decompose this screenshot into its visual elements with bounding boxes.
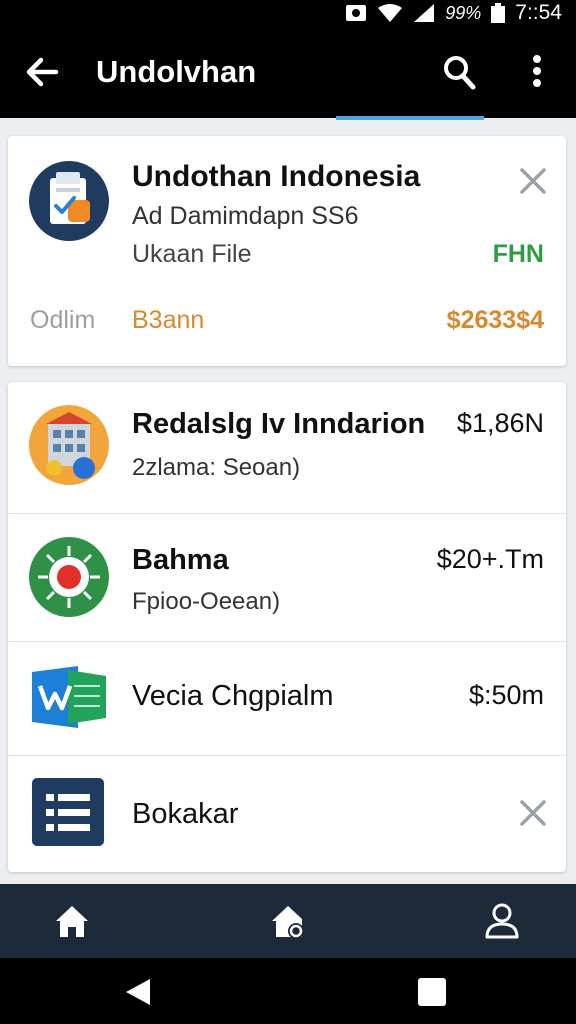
home-icon[interactable] [52,901,92,941]
list-item-price: $1,86N [456,408,544,438]
wifi-icon [377,3,403,23]
list-item[interactable]: Redalslg Iv Inndarion 2zlama: Seoan) $1,… [8,382,566,514]
list-icon [32,778,104,848]
battery-percent: 99% [445,2,482,23]
card-left-label: Odlim [30,306,96,334]
document-app-icon [28,662,110,732]
close-icon[interactable] [516,164,550,198]
status-badge: FHN [492,240,544,268]
featured-card[interactable]: Undothan Indonesia Ad Damimdapn SS6 Ukaa… [8,136,566,366]
profile-icon[interactable] [482,901,522,941]
status-bar: 99% 7::54 [0,0,576,26]
overview-square-icon[interactable] [416,976,448,1008]
back-triangle-icon[interactable] [122,976,154,1008]
list-item[interactable]: Vecia Chgpialm $:50m [8,642,566,756]
list-item-price: $20+.Tm [436,544,544,574]
battery-icon [491,3,506,23]
target-icon [28,536,110,618]
list-item-subtitle: Fpioo-Oeean) [132,588,281,615]
card-amount: $2633$4 [446,306,544,334]
list-item[interactable]: Bahma Fpioo-Oeean) $20+.Tm [8,514,566,642]
card-title: Undothan Indonesia [132,160,421,193]
system-nav-bar [0,958,576,1024]
secure-file-icon [28,160,110,242]
list-item-name: Redalslg Iv Inndarion [132,408,426,440]
close-icon[interactable] [516,796,550,830]
building-icon [28,404,110,486]
list-item-name: Vecia Chgpialm [132,680,334,712]
item-list: Redalslg Iv Inndarion 2zlama: Seoan) $1,… [8,382,566,872]
page-title: Undolvhan [96,54,257,89]
tab-indicator [336,116,484,120]
app-bar: Undolvhan [0,26,576,118]
card-subtitle: Ad Damimdapn SS6 [132,202,359,230]
back-arrow-icon[interactable] [22,52,62,92]
card-file-label: Ukaan File [132,240,252,268]
search-icon[interactable] [440,50,480,94]
list-item-name: Bahma [132,544,229,576]
card-middle-label: B3ann [132,306,205,334]
signal-icon [413,3,435,23]
list-item-subtitle: 2zlama: Seoan) [132,454,301,481]
bottom-nav [0,884,576,958]
home-settings-icon[interactable] [268,901,308,941]
clock: 7::54 [515,1,562,24]
more-options-icon[interactable] [520,50,554,94]
list-item-price: $:50m [468,680,544,710]
list-item[interactable]: Bokakar [8,756,566,872]
screen-record-icon [345,3,367,23]
list-item-name: Bokakar [132,798,239,830]
